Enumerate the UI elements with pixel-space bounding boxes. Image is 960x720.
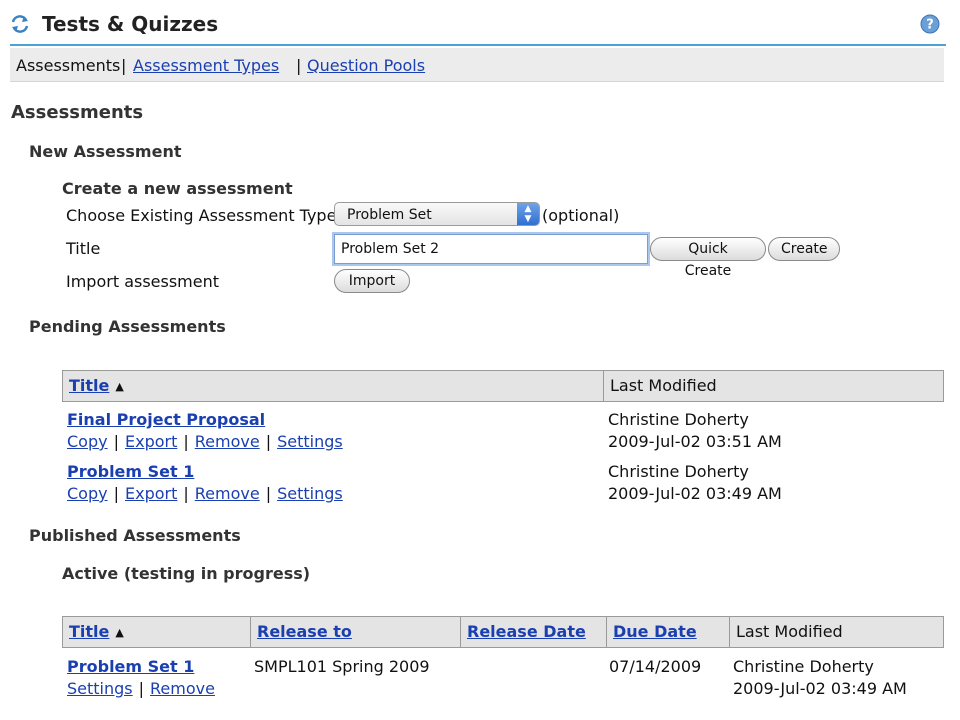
import-assessment-label: Import assessment [66, 272, 220, 291]
pending-row-date: 2009-Jul-02 03:51 AM [608, 432, 782, 451]
link-separator: | [183, 484, 189, 503]
optional-note: (optional) [542, 206, 620, 225]
active-subheading: Active (testing in progress) [62, 564, 311, 583]
pending-title-sort-link[interactable]: Title [69, 376, 109, 395]
pending-assessment-title-link[interactable]: Final Project Proposal [67, 410, 265, 429]
published-table-header: Title ▲ Release to Release Date Due Date … [62, 616, 944, 648]
assessment-type-label: Choose Existing Assessment Type [66, 206, 337, 225]
import-button[interactable]: Import [334, 269, 410, 293]
published-assessment-title-link[interactable]: Problem Set 1 [67, 657, 194, 676]
title-label: Title [66, 239, 101, 258]
link-separator: | [183, 432, 189, 451]
pending-col-title: Title ▲ [63, 371, 603, 401]
create-assessment-subheading: Create a new assessment [62, 179, 293, 198]
due-date-sort-link[interactable]: Due Date [613, 622, 697, 641]
published-col-release-to: Release to [250, 617, 460, 647]
sort-ascending-icon[interactable]: ▲ [115, 372, 123, 402]
copy-link[interactable]: Copy [67, 484, 108, 503]
new-assessment-heading: New Assessment [29, 142, 182, 161]
assessment-type-select[interactable]: Problem Set ▲ ▼ [334, 202, 540, 226]
published-col-title: Title ▲ [63, 617, 250, 647]
due-date-value: 07/14/2009 [609, 657, 702, 676]
quick-create-button[interactable]: Quick Create [650, 237, 766, 279]
link-separator: | [265, 484, 272, 503]
create-button[interactable]: Create [768, 237, 840, 261]
published-col-release-date: Release Date [460, 617, 606, 647]
release-date-sort-link[interactable]: Release Date [467, 622, 586, 641]
svg-text:?: ? [926, 18, 934, 33]
settings-link[interactable]: Settings [277, 432, 343, 451]
pending-row-author: Christine Doherty [608, 462, 749, 481]
pending-table-header: Title ▲ Last Modified [62, 370, 944, 402]
copy-link[interactable]: Copy [67, 432, 108, 451]
nav-separator: | [296, 56, 302, 75]
assessment-type-selected-value: Problem Set [347, 207, 432, 223]
published-col-due-date: Due Date [606, 617, 729, 647]
title-underline [10, 44, 946, 46]
release-to-value: SMPL101 Spring 2009 [254, 657, 430, 676]
pending-last-modified-label: Last Modified [610, 376, 717, 395]
export-link[interactable]: Export [125, 432, 177, 451]
published-last-modified-label: Last Modified [736, 622, 843, 641]
export-link[interactable]: Export [125, 484, 177, 503]
link-separator: | [113, 484, 119, 503]
pending-row-author: Christine Doherty [608, 410, 749, 429]
tool-title: Tests & Quizzes [42, 12, 219, 36]
reload-arrows-icon[interactable] [10, 14, 30, 34]
pending-col-last-modified: Last Modified [603, 371, 943, 401]
remove-link[interactable]: Remove [150, 679, 215, 698]
title-input[interactable] [334, 234, 648, 264]
settings-link[interactable]: Settings [67, 679, 133, 698]
settings-link[interactable]: Settings [277, 484, 343, 503]
pending-assessments-heading: Pending Assessments [29, 317, 226, 336]
sort-ascending-icon[interactable]: ▲ [115, 618, 123, 648]
help-question-icon[interactable]: ? [920, 14, 940, 34]
published-assessments-heading: Published Assessments [29, 526, 241, 545]
pending-assessment-title-link[interactable]: Problem Set 1 [67, 462, 194, 481]
link-separator: | [265, 432, 272, 451]
page-title: Assessments [11, 102, 144, 123]
published-row-actions: Settings | Remove [67, 679, 215, 698]
select-arrows-icon: ▲ ▼ [517, 203, 539, 225]
nav-question-pools-link[interactable]: Question Pools [307, 56, 425, 75]
tool-nav-bar: Assessments | Assessment Types | Questio… [10, 48, 944, 82]
nav-separator: | [121, 56, 127, 75]
remove-link[interactable]: Remove [195, 432, 260, 451]
pending-row-actions: Copy | Export | Remove | Settings [67, 432, 343, 451]
tool-title-bar: Tests & Quizzes ? [0, 0, 960, 46]
published-row-date: 2009-Jul-02 03:49 AM [733, 679, 907, 698]
pending-row-actions: Copy | Export | Remove | Settings [67, 484, 343, 503]
published-col-last-modified: Last Modified [729, 617, 943, 647]
published-row-author: Christine Doherty [733, 657, 874, 676]
link-separator: | [138, 679, 145, 698]
pending-row-date: 2009-Jul-02 03:49 AM [608, 484, 782, 503]
link-separator: | [113, 432, 119, 451]
published-title-sort-link[interactable]: Title [69, 622, 109, 641]
nav-assessments-current: Assessments [16, 56, 121, 75]
nav-assessment-types-link[interactable]: Assessment Types [133, 56, 279, 75]
release-to-sort-link[interactable]: Release to [257, 622, 352, 641]
remove-link[interactable]: Remove [195, 484, 260, 503]
